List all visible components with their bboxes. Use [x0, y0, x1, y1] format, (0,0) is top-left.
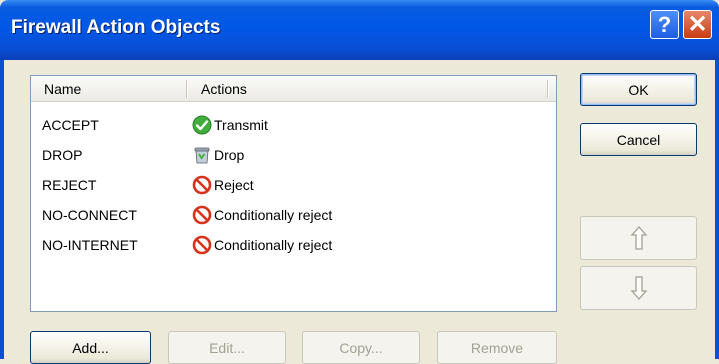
- remove-label: Remove: [470, 339, 524, 356]
- copy-button[interactable]: Copy...: [302, 331, 420, 364]
- help-button[interactable]: ?: [650, 10, 679, 39]
- row-action-label: Conditionally reject: [214, 207, 333, 223]
- column-separator[interactable]: [186, 80, 188, 98]
- list-row-drop[interactable]: DROP Drop: [31, 140, 556, 170]
- close-button[interactable]: ✕: [683, 10, 712, 39]
- list-row-reject[interactable]: REJECT Reject: [31, 170, 556, 200]
- ok-button[interactable]: OK: [580, 73, 697, 106]
- window-frame-left: [0, 60, 4, 359]
- remove-button[interactable]: Remove: [437, 331, 557, 364]
- arrow-down-icon: [630, 276, 647, 300]
- title-bar[interactable]: Firewall Action Objects ? ✕: [0, 0, 719, 60]
- add-label: Add...: [72, 339, 109, 356]
- add-button[interactable]: Add...: [30, 331, 151, 364]
- row-action-label: Reject: [214, 177, 254, 193]
- ok-label: OK: [628, 81, 649, 98]
- cancel-label: Cancel: [616, 131, 661, 148]
- edit-button[interactable]: Edit...: [168, 331, 286, 364]
- column-separator[interactable]: [547, 80, 549, 98]
- window-frame-right: [715, 60, 719, 359]
- prohibited-icon: [192, 235, 212, 255]
- move-up-button[interactable]: [580, 216, 697, 260]
- row-name: DROP: [42, 147, 83, 163]
- column-header-actions[interactable]: Actions: [201, 76, 247, 101]
- cancel-button[interactable]: Cancel: [580, 123, 697, 156]
- copy-label: Copy...: [339, 339, 383, 356]
- edit-label: Edit...: [209, 339, 245, 356]
- prohibited-icon: [192, 205, 212, 225]
- window-title: Firewall Action Objects: [11, 17, 221, 38]
- row-action: Reject: [192, 170, 254, 200]
- list-row-no-connect[interactable]: NO-CONNECT Conditionally reject: [31, 200, 556, 230]
- row-name: NO-INTERNET: [42, 237, 138, 253]
- row-action: Conditionally reject: [192, 200, 332, 230]
- row-action-label: Drop: [214, 147, 245, 163]
- row-name: REJECT: [42, 177, 97, 193]
- row-action: Conditionally reject: [192, 230, 332, 260]
- prohibited-icon: [192, 175, 212, 195]
- action-objects-list[interactable]: Name Actions ACCEPT Transmit DROP Drop R…: [30, 75, 557, 312]
- row-action-label: Conditionally reject: [214, 237, 333, 253]
- list-header: Name Actions: [31, 76, 556, 102]
- column-header-name[interactable]: Name: [44, 76, 81, 101]
- row-name: ACCEPT: [42, 117, 99, 133]
- list-row-accept[interactable]: ACCEPT Transmit: [31, 110, 556, 140]
- row-action: Drop: [192, 140, 244, 170]
- row-name: NO-CONNECT: [42, 207, 137, 223]
- list-row-no-internet[interactable]: NO-INTERNET Conditionally reject: [31, 230, 556, 260]
- row-action: Transmit: [192, 110, 268, 140]
- move-down-button[interactable]: [580, 266, 697, 310]
- trash-icon: [194, 147, 210, 164]
- close-icon: ✕: [687, 11, 708, 38]
- row-action-label: Transmit: [214, 117, 268, 133]
- check-icon: [192, 115, 212, 135]
- arrow-up-icon: [630, 226, 647, 250]
- help-icon: ?: [657, 11, 672, 37]
